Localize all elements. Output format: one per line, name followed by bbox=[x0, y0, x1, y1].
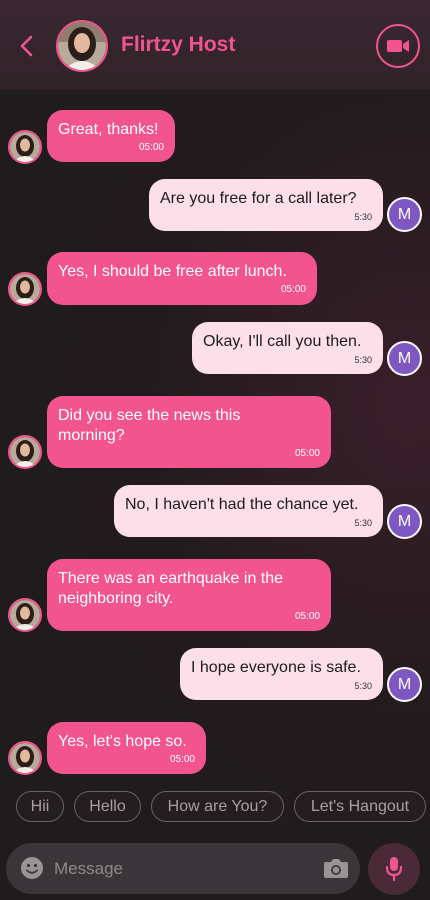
message-bubble-incoming[interactable]: Great, thanks! 05:00 bbox=[47, 110, 175, 162]
emoji-button[interactable] bbox=[20, 856, 44, 880]
message-bubble-incoming[interactable]: Yes, let's hope so. 05:00 bbox=[47, 722, 206, 774]
message-text: Did you see the news this morning? bbox=[58, 407, 241, 444]
page-title: Flirtzy Host bbox=[121, 33, 236, 56]
message-text: Great, thanks! bbox=[58, 121, 159, 138]
emoji-icon bbox=[21, 857, 43, 879]
message-time: 05:00 bbox=[138, 142, 164, 153]
message-time: 05:00 bbox=[294, 611, 320, 622]
message-bubble-outgoing[interactable]: I hope everyone is safe. 5:30 bbox=[180, 648, 383, 700]
user-avatar[interactable]: M bbox=[387, 197, 422, 232]
user-avatar[interactable]: M bbox=[387, 667, 422, 702]
quick-reply-chip[interactable]: Let's Hangout bbox=[294, 791, 426, 822]
message-text: Yes, let's hope so. bbox=[58, 733, 187, 750]
microphone-icon bbox=[385, 857, 403, 882]
message-text: I hope everyone is safe. bbox=[191, 659, 361, 676]
quick-reply-chip[interactable]: Hii bbox=[16, 791, 64, 822]
message-time: 5:30 bbox=[354, 518, 372, 528]
quick-reply-chip[interactable]: Hello bbox=[74, 791, 141, 822]
message-time: 5:30 bbox=[354, 212, 372, 222]
chat-header: Flirtzy Host bbox=[0, 0, 430, 90]
user-avatar[interactable]: M bbox=[387, 504, 422, 539]
host-avatar[interactable] bbox=[8, 435, 42, 469]
video-call-button[interactable] bbox=[376, 24, 420, 68]
message-bubble-outgoing[interactable]: Are you free for a call later? 5:30 bbox=[149, 179, 383, 231]
quick-reply-chip[interactable]: How are You? bbox=[151, 791, 284, 822]
message-text: There was an earthquake in the neighbori… bbox=[58, 570, 284, 607]
message-time: 5:30 bbox=[354, 681, 372, 691]
host-avatar[interactable] bbox=[8, 272, 42, 306]
host-avatar[interactable] bbox=[56, 20, 108, 72]
message-text: Okay, I'll call you then. bbox=[203, 333, 362, 350]
message-composer bbox=[6, 843, 360, 894]
message-time: 5:30 bbox=[354, 355, 372, 365]
host-avatar[interactable] bbox=[8, 130, 42, 164]
microphone-button[interactable] bbox=[368, 843, 420, 895]
camera-icon bbox=[324, 859, 348, 878]
message-text: No, I haven't had the chance yet. bbox=[125, 496, 359, 513]
host-avatar[interactable] bbox=[8, 598, 42, 632]
message-bubble-incoming[interactable]: There was an earthquake in the neighbori… bbox=[47, 559, 331, 631]
message-bubble-incoming[interactable]: Did you see the news this morning? 05:00 bbox=[47, 396, 331, 468]
back-button[interactable] bbox=[14, 32, 38, 60]
message-time: 05:00 bbox=[294, 448, 320, 459]
message-text: Yes, I should be free after lunch. bbox=[58, 263, 287, 280]
video-camera-icon bbox=[387, 40, 409, 52]
message-bubble-incoming[interactable]: Yes, I should be free after lunch. 05:00 bbox=[47, 252, 317, 305]
message-text: Are you free for a call later? bbox=[160, 190, 357, 207]
message-bubble-outgoing[interactable]: No, I haven't had the chance yet. 5:30 bbox=[114, 485, 383, 537]
message-input[interactable] bbox=[54, 855, 314, 883]
chevron-left-icon bbox=[20, 35, 33, 57]
host-avatar[interactable] bbox=[8, 741, 42, 775]
message-time: 05:00 bbox=[169, 754, 195, 765]
message-time: 05:00 bbox=[280, 284, 306, 295]
message-list[interactable]: Great, thanks! 05:00 Are you free for a … bbox=[0, 90, 430, 778]
camera-button[interactable] bbox=[323, 856, 349, 880]
user-avatar[interactable]: M bbox=[387, 341, 422, 376]
message-bubble-outgoing[interactable]: Okay, I'll call you then. 5:30 bbox=[192, 322, 383, 374]
